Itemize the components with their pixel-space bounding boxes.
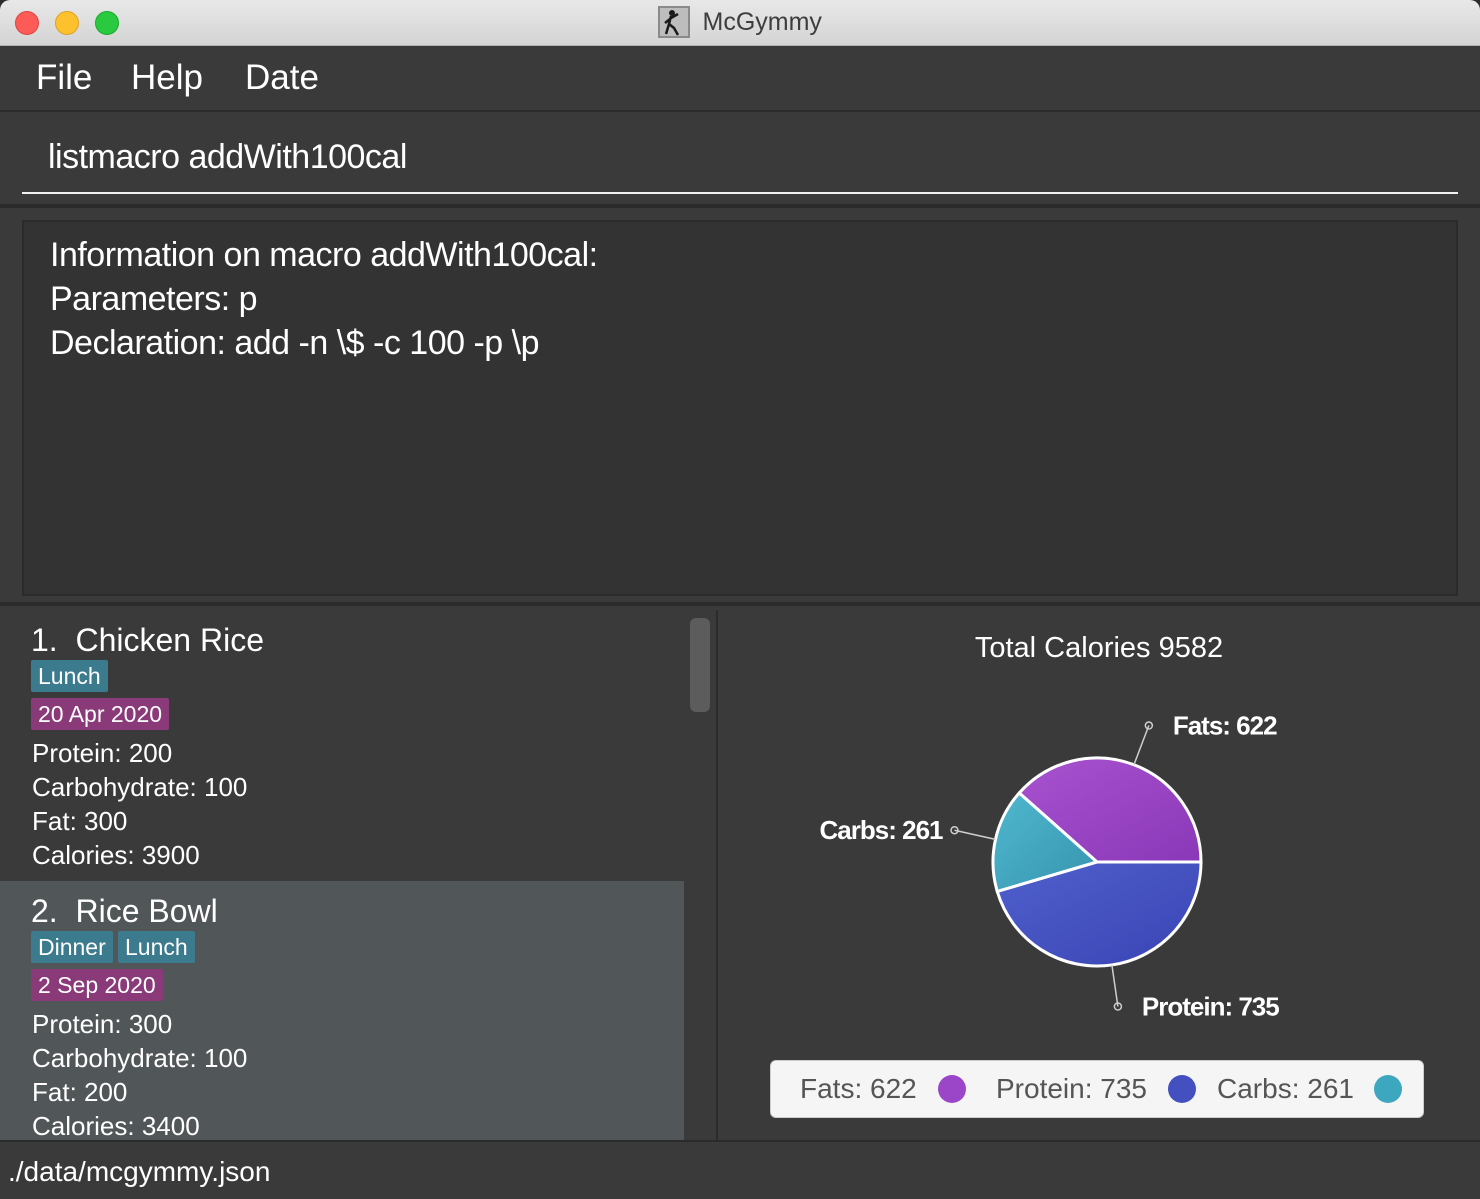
title-bar: McGymmy <box>0 0 1480 46</box>
window-title: McGymmy <box>702 7 822 36</box>
food-name: Rice Bowl <box>75 893 218 929</box>
pie-chart: Fats: 622 Carbs: 261 Protein: 735 <box>820 711 1281 1022</box>
food-protein: Protein: 300 <box>32 1009 173 1039</box>
gym-app-icon <box>658 6 691 38</box>
food-protein: Protein: 200 <box>32 738 173 768</box>
food-carbohydrate: Carbohydrate: 100 <box>32 1043 248 1073</box>
legend-label-fats: Fats: 622 <box>800 1073 917 1104</box>
food-title: 2. Rice Bowl <box>31 893 218 930</box>
date-badge: 20 Apr 2020 <box>31 698 170 730</box>
tag-badge: Lunch <box>31 660 108 692</box>
food-fat: Fat: 300 <box>32 806 128 836</box>
pie-leader-line <box>1111 964 1119 1007</box>
food-calories: Calories: 3400 <box>32 1111 200 1140</box>
pie-leader-line <box>1133 725 1150 766</box>
result-line: Declaration: add -n \$ -c 100 -p \p <box>50 324 540 362</box>
legend-dot-carbs <box>1374 1075 1402 1103</box>
tag-badge: Dinner <box>31 931 113 963</box>
command-input[interactable]: listmacro addWith100cal <box>48 138 407 177</box>
command-input-underline <box>22 192 1458 194</box>
pie-label-protein: Protein: 735 <box>1142 991 1279 1021</box>
calorie-chart-panel: Total Calories 9582 Fats: 622 Carbs: 261 P… <box>716 610 1480 1140</box>
result-display: Information on macro addWith100cal: Para… <box>0 208 1480 606</box>
food-calories: Calories: 3900 <box>32 840 200 870</box>
food-card[interactable]: 1. Chicken Rice Lunch 20 Apr 2020 Protei… <box>0 610 684 881</box>
app-window: McGymmy File Help Date listmacro addWith… <box>0 0 1480 1199</box>
legend-label-protein: Protein: 735 <box>996 1073 1147 1104</box>
menu-bar: File Help Date <box>0 46 1480 112</box>
chart-legend: Fats: 622 Protein: 735 Carbs: 261 <box>770 1060 1424 1118</box>
save-file-path: ./data/mcgymmy.json <box>8 1156 271 1187</box>
legend-dot-fats <box>938 1075 966 1103</box>
food-index: 2. <box>31 893 58 929</box>
menu-date[interactable]: Date <box>245 58 319 98</box>
pie-label-carbs: Carbs: 261 <box>820 815 943 845</box>
pie-label-fats: Fats: 622 <box>1173 711 1277 741</box>
pie-leader-line <box>954 829 996 841</box>
result-line: Information on macro addWith100cal: <box>50 236 598 274</box>
status-bar: ./data/mcgymmy.json <box>0 1140 1480 1199</box>
pie-leader-dot <box>1144 721 1154 730</box>
food-card[interactable]: 2. Rice Bowl Dinner Lunch 2 Sep 2020 Pro… <box>0 881 684 1140</box>
command-box: listmacro addWith100cal <box>0 112 1480 208</box>
result-text-box[interactable]: Information on macro addWith100cal: Para… <box>22 220 1458 596</box>
food-index: 1. <box>31 622 58 658</box>
menu-help[interactable]: Help <box>131 58 203 98</box>
food-title: 1. Chicken Rice <box>31 622 264 659</box>
list-scrollbar[interactable] <box>690 618 710 712</box>
title-wrap: McGymmy <box>0 6 1480 40</box>
legend-label-carbs: Carbs: 261 <box>1217 1073 1354 1104</box>
result-line: Parameters: p <box>50 280 258 318</box>
date-badge: 2 Sep 2020 <box>31 969 163 1001</box>
menu-file[interactable]: File <box>36 58 92 98</box>
food-fat: Fat: 200 <box>32 1077 128 1107</box>
tag-badge: Lunch <box>118 931 195 963</box>
food-list-panel: 1. Chicken Rice Lunch 20 Apr 2020 Protei… <box>0 610 712 1140</box>
food-name: Chicken Rice <box>75 622 264 658</box>
legend-dot-protein <box>1168 1075 1196 1103</box>
food-carbohydrate: Carbohydrate: 100 <box>32 772 248 802</box>
